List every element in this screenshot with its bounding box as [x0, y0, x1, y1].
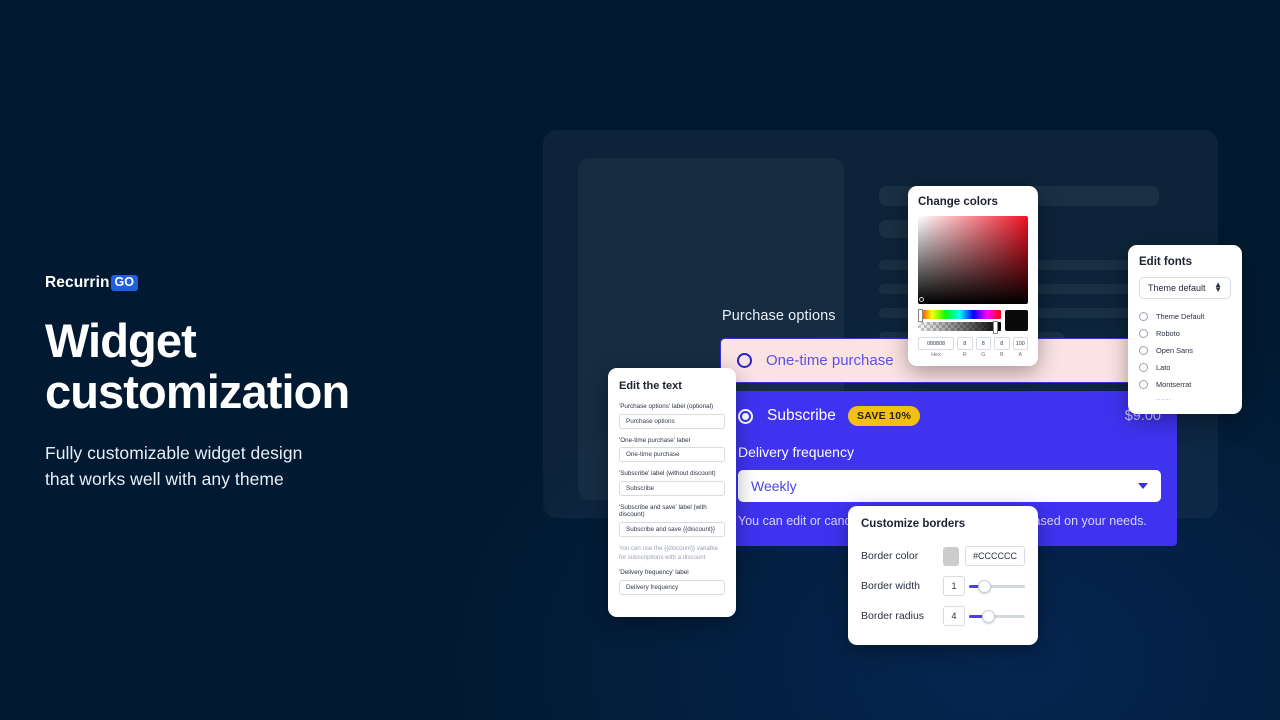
- color-sliders-row: [918, 309, 1028, 334]
- field-label: 'Subscribe' label (without discount): [619, 470, 716, 478]
- alpha-slider[interactable]: [918, 321, 1001, 334]
- purchase-options-label-input[interactable]: Purchase options: [619, 413, 725, 429]
- change-colors-panel: Change colors 080808 8 8 8 100 Hex R G B…: [908, 186, 1038, 366]
- field-label: 'One-time purchase' label: [619, 436, 691, 444]
- hex-field[interactable]: 080808: [918, 337, 954, 350]
- alpha-field-label: A: [1018, 352, 1023, 358]
- saturation-value-area[interactable]: [918, 216, 1028, 304]
- border-color-row: Border color #CCCCCC: [861, 541, 1025, 571]
- blue-field[interactable]: 8: [994, 337, 1010, 350]
- border-radius-slider[interactable]: [969, 606, 1025, 626]
- font-option-lato[interactable]: Lato: [1139, 359, 1231, 376]
- font-option-open-sans[interactable]: Open Sans: [1139, 342, 1231, 359]
- field-value: Delivery frequency: [626, 583, 679, 591]
- font-option-label: Theme Default: [1156, 312, 1205, 321]
- change-colors-panel-title: Change colors: [918, 196, 998, 208]
- radio-unchecked-icon[interactable]: [737, 353, 752, 368]
- font-option-montserrat[interactable]: Montserrat: [1139, 376, 1231, 393]
- font-option-roboto[interactable]: Roboto: [1139, 325, 1231, 342]
- edit-text-panel-title: Edit the text: [619, 380, 682, 392]
- subscribe-option-row[interactable]: Subscribe SAVE 10% $9.00: [738, 404, 1161, 428]
- field-label: 'Subscribe and save' label (with discoun…: [619, 503, 707, 519]
- font-options-more: ......: [1156, 393, 1172, 402]
- customize-borders-panel-title: Customize borders: [861, 518, 966, 530]
- subscribe-label-input[interactable]: Subscribe: [619, 480, 725, 496]
- font-option-label: Montserrat: [1156, 380, 1192, 389]
- border-radius-row: Border radius 4: [861, 601, 1025, 631]
- field-value: Subscribe and save {{discount}}: [626, 525, 715, 533]
- font-option-theme-default[interactable]: Theme Default: [1139, 308, 1231, 325]
- radio-unchecked-icon[interactable]: [1139, 329, 1148, 338]
- border-color-label: Border color: [861, 550, 919, 562]
- delivery-frequency-label: Delivery frequency: [738, 444, 854, 460]
- border-radius-label: Border radius: [861, 610, 925, 622]
- font-family-selected-value: Theme default: [1148, 283, 1206, 293]
- chevron-down-icon[interactable]: [1138, 483, 1148, 489]
- field-value: Purchase options: [626, 417, 675, 425]
- delivery-frequency-value: Weekly: [751, 478, 797, 494]
- green-field-label: G: [981, 352, 986, 358]
- hex-field-label: Hex: [931, 352, 941, 358]
- radio-unchecked-icon[interactable]: [1139, 346, 1148, 355]
- page-subtitle: Fully customizable widget design that wo…: [45, 442, 303, 490]
- color-field-labels: Hex R G B A: [918, 352, 1028, 358]
- field-value: One-time purchase: [626, 451, 680, 459]
- customize-borders-panel: Customize borders Border color #CCCCCC B…: [848, 506, 1038, 645]
- page-title: Widget customization: [45, 314, 350, 418]
- status-badge: SAVE 10%: [847, 406, 921, 426]
- red-field[interactable]: 8: [957, 337, 973, 350]
- stepper-icon[interactable]: ▲ ▼: [1214, 281, 1222, 294]
- edit-fonts-panel-title: Edit fonts: [1139, 256, 1193, 268]
- radio-unchecked-icon[interactable]: [1139, 363, 1148, 372]
- color-picker-handle[interactable]: [919, 297, 924, 302]
- hue-slider[interactable]: [918, 309, 1001, 322]
- radio-checked-icon[interactable]: [738, 408, 753, 424]
- hero-section: Recurrin GO Widget customization Fully c…: [45, 272, 515, 493]
- border-width-input[interactable]: 1: [943, 576, 965, 596]
- subscribe-label: Subscribe: [767, 407, 836, 424]
- blue-field-label: B: [999, 352, 1004, 358]
- green-field[interactable]: 8: [975, 337, 991, 350]
- one-time-purchase-label-input[interactable]: One-time purchase: [619, 447, 725, 463]
- field-value: Subscribe: [626, 484, 655, 492]
- field-label: 'Delivery frequency' label: [619, 569, 689, 577]
- border-color-swatch[interactable]: [943, 546, 959, 566]
- font-option-label: Roboto: [1156, 329, 1180, 338]
- delivery-frequency-label-input[interactable]: Delivery frequency: [619, 579, 725, 595]
- radio-unchecked-icon[interactable]: [1139, 312, 1148, 321]
- slider-knob[interactable]: [977, 579, 991, 593]
- radio-unchecked-icon[interactable]: [1139, 380, 1148, 389]
- alpha-field[interactable]: 100: [1012, 337, 1028, 350]
- border-color-hex-input[interactable]: #CCCCCC: [964, 546, 1025, 566]
- font-option-label: Open Sans: [1156, 346, 1193, 355]
- one-time-purchase-label: One-time purchase: [766, 352, 894, 369]
- font-family-select[interactable]: Theme default ▲ ▼: [1139, 277, 1231, 299]
- edit-fonts-panel: Edit fonts Theme default ▲ ▼ Theme Defaul…: [1128, 245, 1242, 414]
- color-sliders: [918, 309, 1001, 334]
- border-width-label: Border width: [861, 580, 920, 592]
- slider-knob[interactable]: [982, 609, 996, 623]
- discount-variable-hint: You can use the {{discount}} variable fo…: [619, 544, 719, 561]
- brand-logo-word: Recurrin: [45, 274, 110, 291]
- page-background: Recurrin GO Widget customization Fully c…: [0, 0, 1280, 720]
- edit-text-panel: Edit the text 'Purchase options' label (…: [608, 368, 736, 617]
- field-label: 'Purchase options' label (optional): [619, 403, 714, 410]
- delivery-frequency-select[interactable]: Weekly: [738, 470, 1161, 502]
- red-field-label: R: [962, 352, 967, 358]
- font-option-label: Lato: [1156, 363, 1171, 372]
- color-value-fields: 080808 8 8 8 100: [918, 337, 1028, 350]
- subscribe-and-save-label-input[interactable]: Subscribe and save {{discount}}: [619, 521, 725, 537]
- border-width-slider[interactable]: [969, 576, 1025, 596]
- brand-logo-badge: GO: [110, 275, 138, 291]
- brand-logo: Recurrin GO: [45, 272, 515, 294]
- border-width-row: Border width 1: [861, 571, 1025, 601]
- color-preview-swatch: [1005, 310, 1028, 331]
- border-radius-input[interactable]: 4: [943, 606, 965, 626]
